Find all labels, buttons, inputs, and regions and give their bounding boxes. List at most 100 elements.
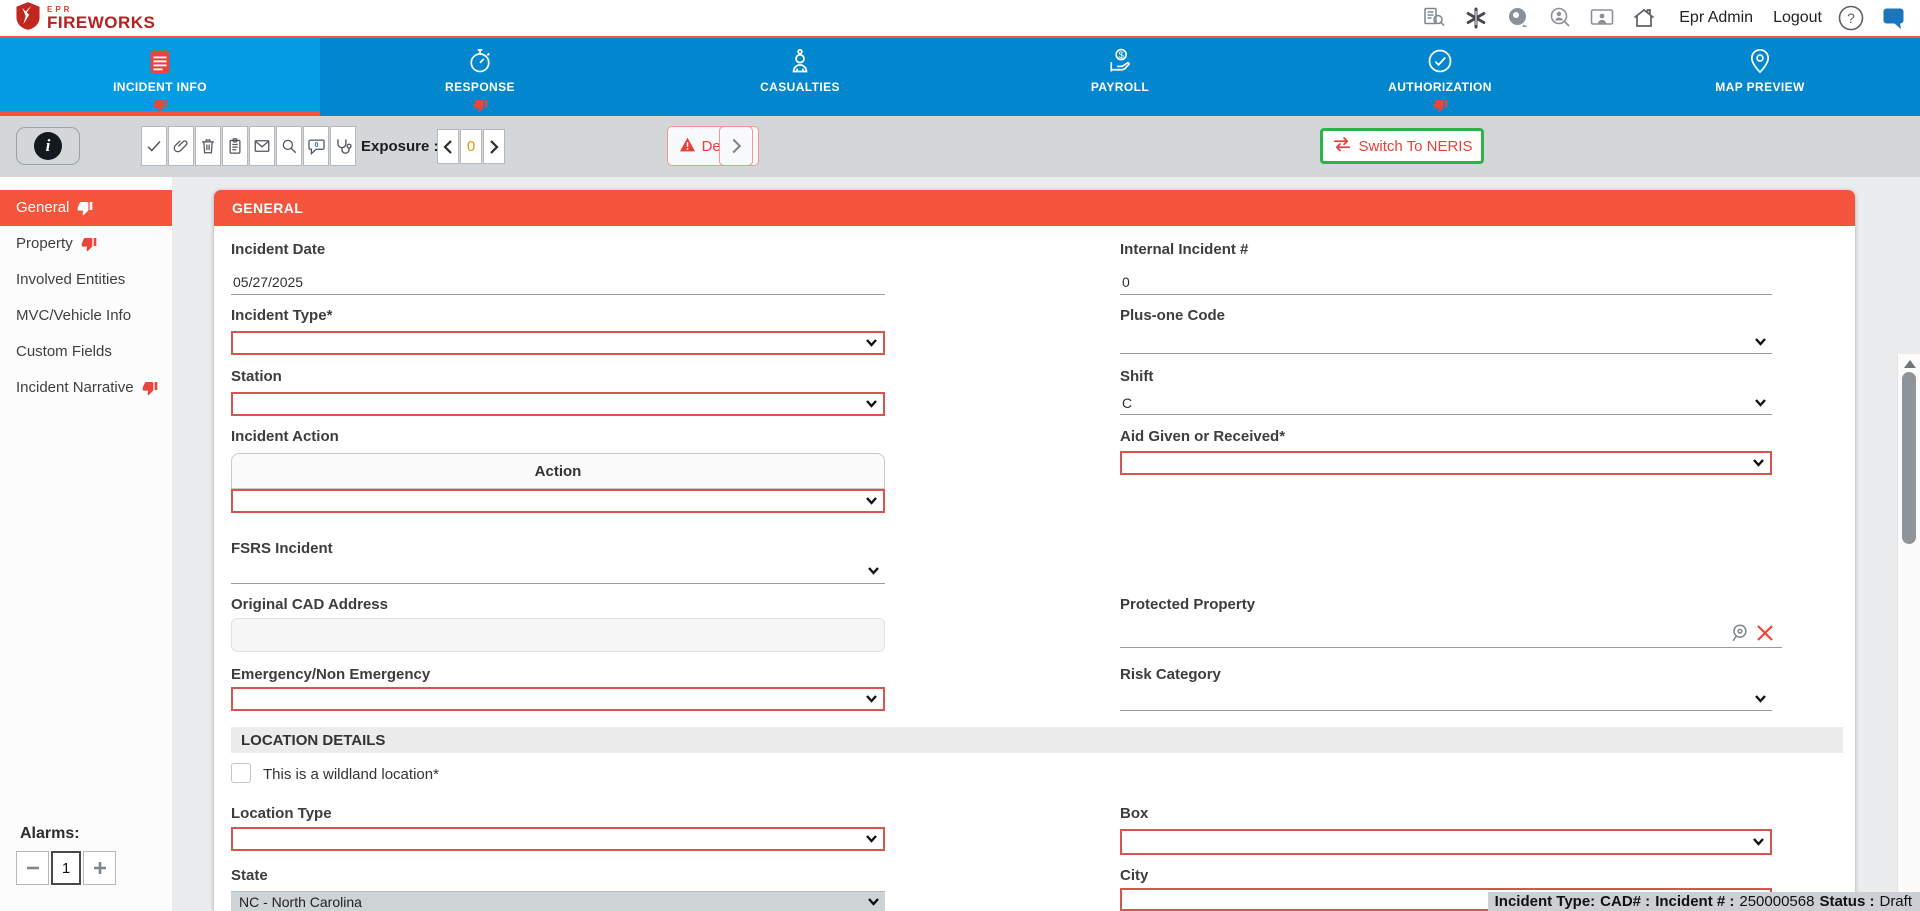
info-icon: i [34, 132, 62, 160]
person-search-icon[interactable] [1547, 5, 1573, 31]
home-icon[interactable] [1631, 5, 1657, 31]
notepad-icon [148, 45, 172, 77]
vertical-scrollbar[interactable] [1897, 354, 1920, 911]
sidebar-item-mvc-vehicle-info[interactable]: MVC/Vehicle Info [0, 298, 172, 334]
stethoscope-button[interactable] [330, 126, 356, 166]
internal-incident-value[interactable]: 0 [1122, 274, 1130, 290]
comment-button[interactable]: 0 [303, 126, 329, 166]
header-actions: Epr Admin Logout ? [1421, 5, 1906, 31]
incident-toolbar: i 0 [0, 116, 1920, 177]
sidebar-item-involved-entities[interactable]: Involved Entities [0, 262, 172, 298]
sidebar-item-label: Incident Narrative [16, 370, 134, 406]
box-select[interactable] [1120, 829, 1772, 855]
status-incident-num-label: Incident # : [1655, 893, 1734, 910]
chevron-down-icon [866, 835, 877, 843]
warning-triangle-icon [679, 137, 696, 156]
help-icon[interactable]: ? [1838, 5, 1864, 31]
chevron-down-icon [866, 497, 877, 505]
risk-category-select[interactable] [1120, 687, 1772, 711]
email-envelope-button[interactable] [249, 126, 275, 166]
station-select[interactable] [231, 392, 885, 416]
wildland-checkbox[interactable] [231, 763, 251, 783]
emergency-label: Emergency/Non Emergency [231, 666, 430, 683]
tab-payroll[interactable]: $ PAYROLL [960, 38, 1280, 116]
switch-to-neris-button[interactable]: Switch To NERIS [1320, 128, 1484, 164]
scrollbar-thumb[interactable] [1902, 372, 1916, 544]
delete-trash-button[interactable] [195, 126, 221, 166]
star-of-life-icon[interactable] [1463, 5, 1489, 31]
tab-label: AUTHORIZATION [1388, 80, 1492, 94]
tab-map-preview[interactable]: MAP PREVIEW [1600, 38, 1920, 116]
sidebar-item-label: Custom Fields [16, 334, 112, 370]
incident-type-select[interactable] [231, 331, 885, 355]
state-select[interactable]: NC - North Carolina [231, 891, 885, 911]
tab-authorization[interactable]: AUTHORIZATION [1280, 38, 1600, 116]
state-label: State [231, 867, 268, 884]
tab-casualties[interactable]: CASUALTIES [640, 38, 960, 116]
property-search-icon[interactable] [1728, 622, 1750, 649]
clipboard-button[interactable] [222, 126, 248, 166]
sidebar-item-incident-narrative[interactable]: Incident Narrative [0, 370, 172, 406]
emergency-select[interactable] [231, 687, 885, 711]
shift-select[interactable]: C [1120, 391, 1772, 415]
sidebar-item-property[interactable]: Property [0, 226, 172, 262]
swap-arrows-icon [1332, 136, 1352, 156]
monitor-person-icon[interactable] [1589, 5, 1615, 31]
property-clear-icon[interactable] [1756, 624, 1774, 647]
validate-check-button[interactable] [141, 126, 167, 166]
sidebar-item-general[interactable]: General [0, 190, 172, 226]
exposure-stepper: 0 [437, 129, 505, 164]
tab-label: MAP PREVIEW [1715, 80, 1805, 94]
logout-link[interactable]: Logout [1773, 9, 1822, 27]
chevron-down-icon [866, 339, 877, 347]
thumbs-down-icon [473, 98, 488, 113]
user-name[interactable]: Epr Admin [1679, 9, 1753, 27]
exposure-next-button[interactable] [483, 129, 505, 164]
scroll-up-arrow[interactable] [1904, 360, 1916, 368]
sidebar-item-custom-fields[interactable]: Custom Fields [0, 334, 172, 370]
tab-label: INCIDENT INFO [113, 80, 207, 94]
tab-response[interactable]: RESPONSE [320, 38, 640, 116]
alarms-decrement-button[interactable] [16, 851, 49, 885]
alarm-bell-icon[interactable] [1505, 5, 1531, 31]
location-type-select[interactable] [231, 827, 885, 851]
general-form-card: GENERAL Incident Date 05/27/2025 Inciden… [214, 190, 1855, 911]
fsrs-incident-label: FSRS Incident [231, 540, 333, 557]
chevron-down-icon [868, 567, 879, 575]
original-cad-address-input[interactable] [231, 618, 885, 652]
tab-label: CASUALTIES [760, 80, 840, 94]
thumbs-down-icon [77, 200, 93, 216]
search-button[interactable] [276, 126, 302, 166]
thumbs-down-icon [1433, 98, 1448, 113]
status-status-value: Draft [1879, 893, 1912, 910]
record-search-icon[interactable] [1421, 5, 1447, 31]
epr-fireworks-logo: EPR FIREWORKS [14, 1, 155, 36]
payroll-hand-icon: $ [1106, 45, 1134, 77]
thumbs-down-icon [142, 380, 158, 396]
incident-status-bar: Incident Type: CAD# : Incident # : 25000… [1488, 892, 1920, 911]
info-button[interactable]: i [16, 127, 80, 165]
attachment-paperclip-button[interactable] [168, 126, 194, 166]
plus-one-code-select[interactable] [1120, 330, 1772, 354]
exposure-value[interactable]: 0 [460, 129, 482, 164]
station-label: Station [231, 368, 282, 385]
shift-value: C [1122, 395, 1132, 411]
protected-property-label: Protected Property [1120, 596, 1255, 613]
shield-logo-icon [14, 1, 42, 36]
incident-date-value[interactable]: 05/27/2025 [233, 274, 303, 290]
logo-main-text: FIREWORKS [47, 14, 155, 31]
tab-incident-info[interactable]: INCIDENT INFO [0, 38, 320, 116]
aid-given-select[interactable] [1120, 451, 1772, 475]
chevron-down-icon [866, 695, 877, 703]
alarms-increment-button[interactable] [83, 851, 116, 885]
map-pin-icon [1746, 45, 1774, 77]
chat-icon[interactable] [1880, 5, 1906, 31]
alarms-value-input[interactable]: 1 [51, 851, 81, 885]
exposure-prev-button[interactable] [437, 129, 459, 164]
next-record-button[interactable] [719, 126, 753, 166]
risk-category-label: Risk Category [1120, 666, 1221, 683]
thumbs-down-icon [81, 236, 97, 252]
incident-action-select[interactable] [231, 489, 885, 513]
fsrs-incident-select[interactable] [231, 559, 885, 584]
chevron-down-icon [1755, 695, 1766, 703]
